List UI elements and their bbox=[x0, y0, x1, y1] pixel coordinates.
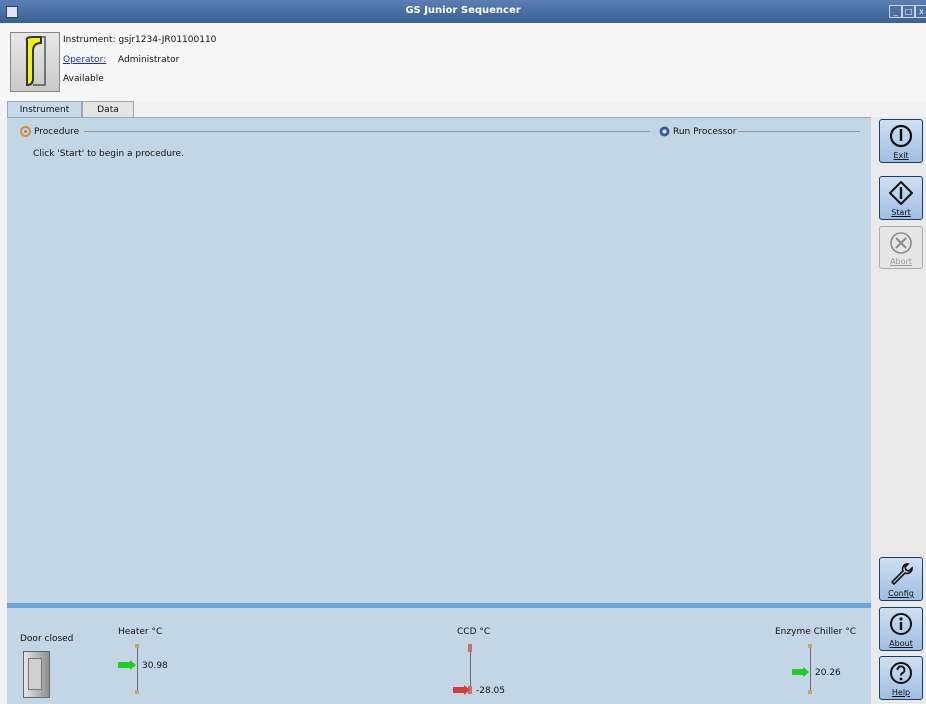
heater-arrow-head bbox=[130, 660, 136, 670]
instrument-status: Available bbox=[63, 74, 104, 84]
abort-button[interactable]: Abort bbox=[879, 226, 923, 269]
chiller-arrow-head bbox=[803, 667, 809, 677]
start-diamond-icon bbox=[889, 181, 913, 205]
window-title: GS Junior Sequencer bbox=[405, 5, 521, 16]
heater-gauge-bottom-tick bbox=[135, 690, 139, 694]
door-closed-icon bbox=[23, 651, 50, 698]
close-button[interactable]: x bbox=[915, 5, 926, 18]
start-button[interactable]: Start bbox=[879, 176, 923, 220]
run-processor-icon bbox=[659, 126, 670, 137]
run-processor-title: Run Processor bbox=[673, 127, 737, 137]
help-label: Help bbox=[891, 688, 911, 697]
heater-gauge bbox=[137, 644, 138, 694]
operator-name: Administrator bbox=[118, 55, 180, 65]
help-button[interactable]: Help bbox=[879, 656, 923, 700]
power-icon bbox=[889, 124, 913, 148]
about-label: About bbox=[889, 639, 913, 648]
chiller-gauge-bottom-tick bbox=[808, 690, 812, 694]
ccd-value: -28.05 bbox=[476, 686, 506, 696]
ccd-gauge-top-tick bbox=[468, 644, 472, 652]
chiller-value: 20.26 bbox=[815, 668, 841, 678]
chiller-label: Enzyme Chiller °C bbox=[775, 627, 856, 637]
chiller-arrow-icon bbox=[792, 669, 803, 675]
door-status: Door closed bbox=[20, 634, 74, 644]
instrument-label: Instrument: bbox=[63, 35, 116, 45]
run-processor-separator bbox=[738, 131, 860, 132]
instrument-id: gsjr1234-JR01100110 bbox=[118, 35, 217, 45]
about-button[interactable]: About bbox=[879, 607, 923, 651]
start-label: Start bbox=[891, 208, 911, 217]
ccd-label: CCD °C bbox=[457, 627, 491, 637]
heater-gauge-top-tick bbox=[135, 644, 139, 648]
tab-instrument[interactable]: Instrument bbox=[7, 101, 82, 118]
heater-label: Heater °C bbox=[118, 627, 163, 637]
exit-label: Exit bbox=[893, 151, 909, 160]
procedure-icon bbox=[20, 126, 31, 137]
heater-arrow-icon bbox=[118, 662, 130, 668]
chiller-gauge-top-tick bbox=[808, 644, 812, 648]
title-bar: GS Junior Sequencer _ □ x bbox=[0, 0, 926, 23]
main-panel bbox=[7, 117, 871, 604]
ccd-arrow-icon bbox=[453, 687, 464, 693]
heater-value: 30.98 bbox=[142, 661, 168, 671]
info-icon bbox=[890, 613, 912, 635]
procedure-separator bbox=[84, 131, 650, 132]
help-question-icon bbox=[890, 662, 912, 684]
exit-button[interactable]: Exit bbox=[879, 119, 923, 163]
procedure-title: Procedure bbox=[34, 127, 80, 137]
maximize-button[interactable]: □ bbox=[902, 5, 915, 18]
instrument-image bbox=[10, 32, 60, 92]
operator-link[interactable]: Operator: bbox=[63, 55, 106, 65]
config-button[interactable]: Config bbox=[879, 557, 923, 601]
chiller-gauge bbox=[810, 644, 811, 694]
abort-x-icon bbox=[890, 232, 912, 254]
sequencer-door-icon bbox=[25, 36, 46, 87]
tab-data[interactable]: Data bbox=[82, 101, 134, 118]
wrench-icon bbox=[890, 563, 913, 586]
config-label: Config bbox=[888, 589, 914, 598]
procedure-message: Click 'Start' to begin a procedure. bbox=[33, 149, 184, 159]
ccd-arrow-head bbox=[464, 685, 470, 695]
abort-label: Abort bbox=[890, 257, 912, 266]
minimize-button[interactable]: _ bbox=[889, 5, 902, 18]
